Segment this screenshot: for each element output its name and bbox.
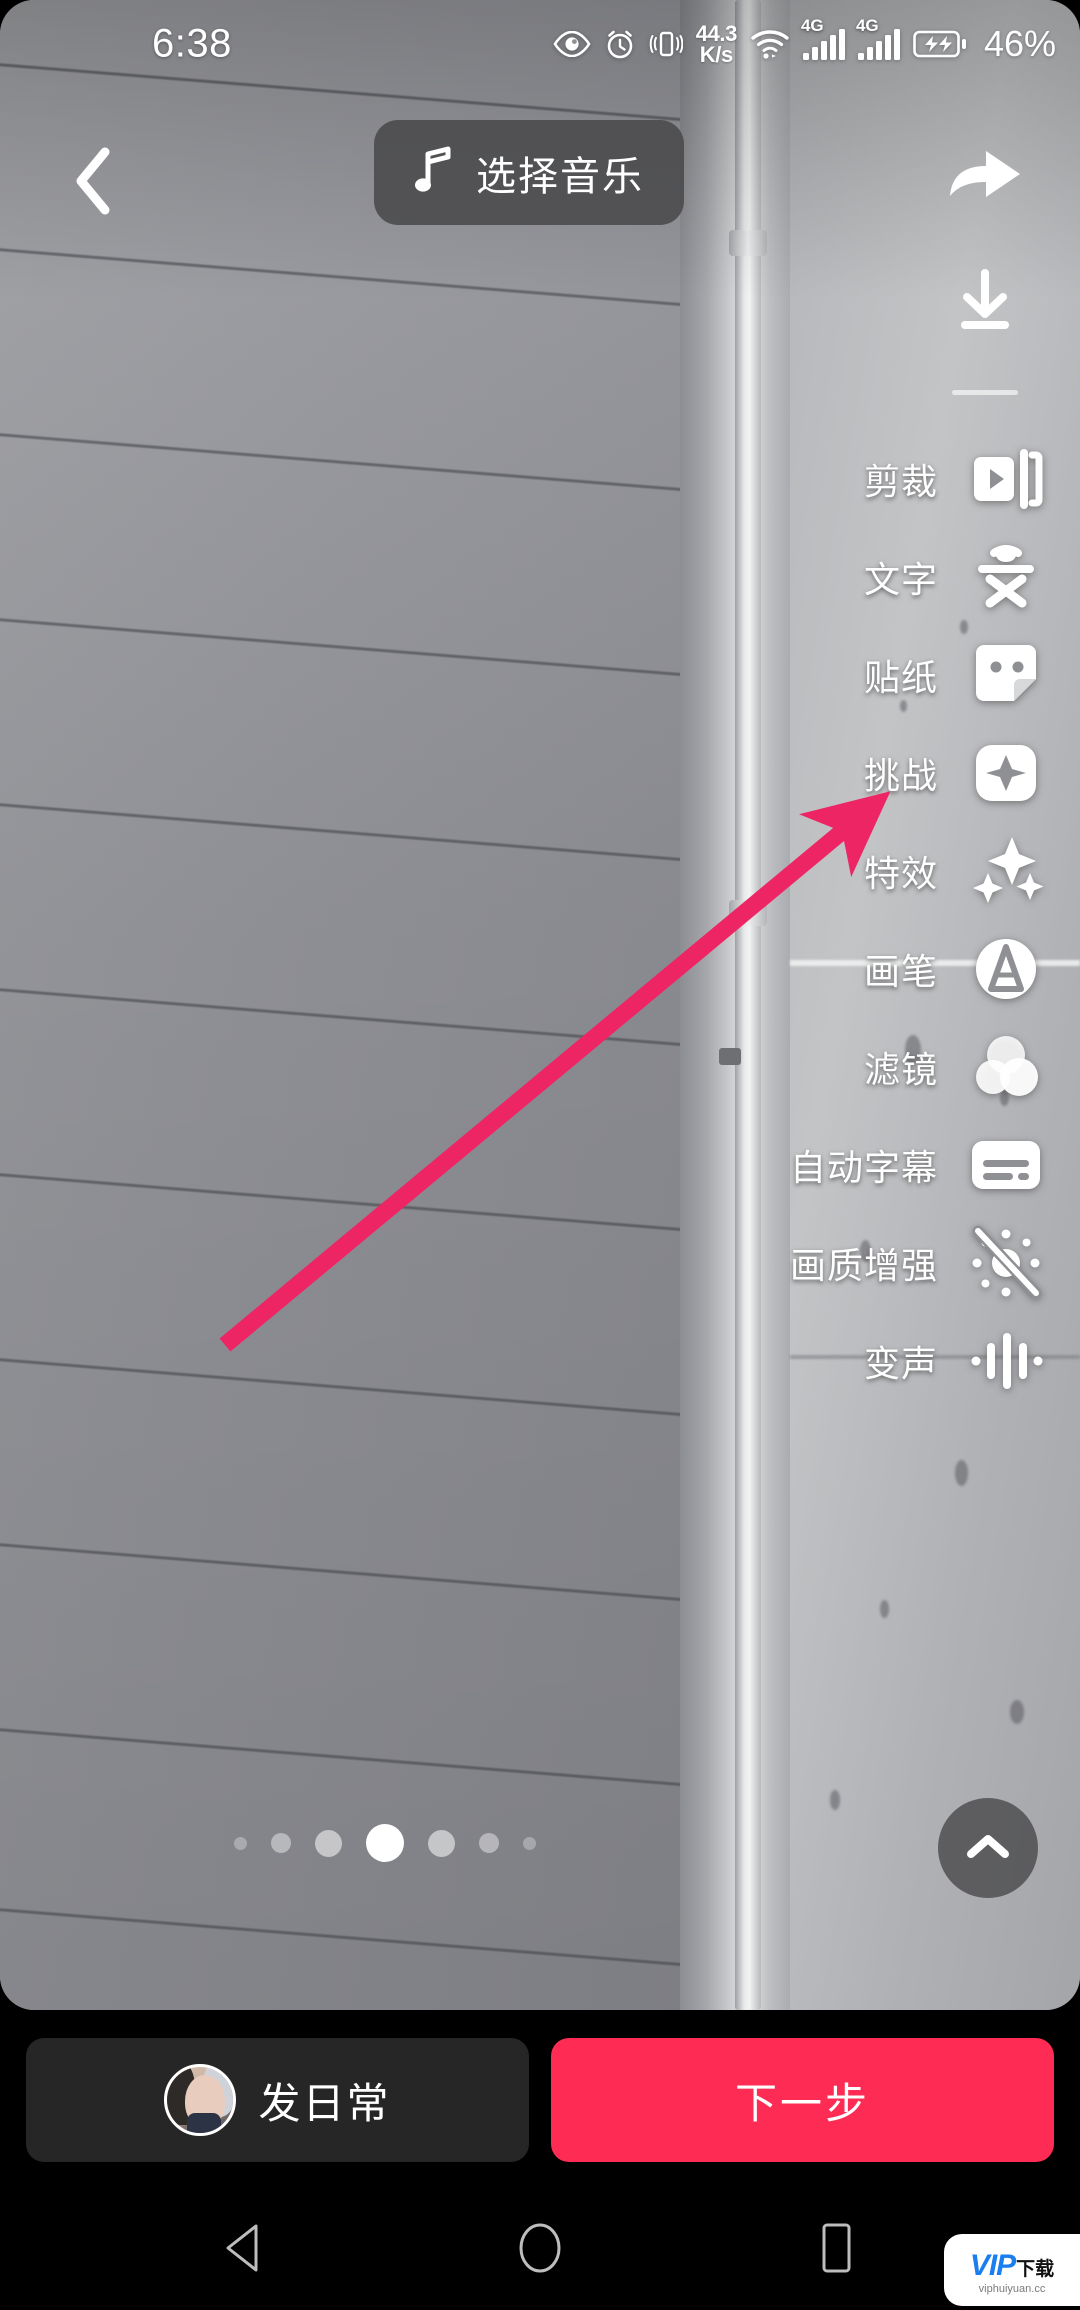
menu-item-crop-trim[interactable]: 剪裁 [650,430,1080,528]
menu-item-brush-pen[interactable]: 画笔 [650,920,1080,1018]
site-watermark: VIP 下载 viphuiyuan.cc [944,2234,1080,2306]
menu-item-filter-circles[interactable]: 滤镜 [650,1018,1080,1116]
menu-item-quality-enhance-off[interactable]: 画质增强 [650,1214,1080,1312]
signal-4g-icon-1: 4G [801,16,845,60]
text-icon [968,539,1044,615]
watermark-vip-text: VIP [969,2249,1016,2282]
video-preview[interactable]: 6:38 44.3 K/s 4G 4G 46% 选择音乐 剪裁 文字 贴纸 挑战… [0,0,1080,2010]
menu-item-label: 挑战 [863,755,938,796]
menu-divider [952,390,1018,395]
page-dot[interactable] [234,1836,247,1850]
menu-item-voice-change[interactable]: 变声 [650,1312,1080,1410]
download-button[interactable] [920,240,1050,370]
sticker-icon [968,637,1044,713]
nav-back-button[interactable] [196,2202,292,2298]
vibrate-icon [649,29,683,59]
menu-item-label: 变声 [863,1343,938,1384]
user-avatar [164,2064,237,2136]
page-dot[interactable] [428,1829,455,1857]
select-music-label: 选择音乐 [476,154,644,199]
voice-change-icon [968,1323,1044,1399]
menu-item-label: 特效 [863,853,938,894]
page-dot-active[interactable] [366,1824,404,1862]
auto-subtitle-icon [968,1127,1044,1203]
download-icon [949,267,1021,344]
sim1-network-label: 4G [800,15,824,35]
share-button[interactable] [920,110,1050,240]
menu-item-label: 画笔 [863,951,938,992]
menu-item-sparkles-effects[interactable]: 特效 [650,822,1080,920]
sim2-network-label: 4G [855,15,879,35]
chevron-up-icon [964,1830,1012,1867]
pipe-joint [729,230,767,256]
next-step-button[interactable]: 下一步 [551,2038,1054,2162]
wifi-icon [750,29,790,59]
next-step-label: 下一步 [734,2079,870,2127]
status-bar: 6:38 44.3 K/s 4G 4G 46% [0,0,1080,96]
nav-home-circle-icon [517,2222,563,2279]
battery-charging-icon [913,29,967,59]
status-clock: 6:38 [152,21,232,66]
watermark-main: VIP 下载 [970,2251,1054,2281]
menu-item-label: 滤镜 [863,1049,938,1090]
status-icons: 44.3 K/s 4G 4G 46% [553,16,1056,67]
signal-4g-icon-2: 4G [856,16,900,60]
menu-item-auto-subtitle[interactable]: 自动字幕 [650,1116,1080,1214]
select-music-button[interactable]: 选择音乐 [374,120,684,225]
music-note-icon [414,146,454,199]
chevron-left-icon [69,146,117,221]
crop-trim-icon [968,441,1044,517]
brush-pen-icon [968,931,1044,1007]
eye-care-icon [553,31,591,57]
challenge-star-icon [968,735,1044,811]
back-button[interactable] [38,128,148,238]
menu-item-sticker[interactable]: 贴纸 [650,626,1080,724]
filter-circles-icon [968,1029,1044,1105]
sparkles-effects-icon [968,833,1044,909]
edit-tools-menu: 剪裁 文字 贴纸 挑战 特效 画笔 滤镜 自动字幕 画质增强 变声 [650,430,1080,1410]
page-dot[interactable] [315,1829,342,1857]
nav-recents-button[interactable] [788,2202,884,2298]
quality-enhance-off-icon [968,1225,1044,1301]
menu-item-text[interactable]: 文字 [650,528,1080,626]
menu-item-challenge-star[interactable]: 挑战 [650,724,1080,822]
page-dot[interactable] [523,1836,536,1850]
nav-home-button[interactable] [492,2202,588,2298]
phone-screen: 6:38 44.3 K/s 4G 4G 46% 选择音乐 剪裁 文字 贴纸 挑战… [0,0,1080,2310]
page-dot[interactable] [479,1833,499,1853]
ceiling-surface [0,0,700,2010]
android-nav-bar [0,2190,1080,2310]
post-daily-button[interactable]: 发日常 [26,2038,529,2162]
page-indicator-dots[interactable] [0,1824,770,1862]
watermark-cn-text: 下载 [1016,2259,1055,2280]
collapse-panel-button[interactable] [938,1798,1038,1898]
nav-back-triangle-icon [222,2223,266,2278]
alarm-icon [604,28,636,60]
bottom-action-bar: 发日常 下一步 [0,2010,1080,2190]
net-speed: 44.3 K/s [696,23,738,67]
menu-item-label: 剪裁 [863,461,938,502]
watermark-url: viphuiyuan.cc [978,2283,1046,2295]
post-daily-label: 发日常 [258,2079,391,2127]
battery-percent: 46% [983,23,1056,64]
side-top-actions [890,110,1080,401]
share-arrow-icon [944,142,1026,209]
page-dot[interactable] [271,1833,291,1853]
menu-item-label: 贴纸 [863,657,938,698]
net-speed-unit: K/s [699,42,733,67]
menu-item-label: 文字 [863,559,938,600]
menu-item-label: 画质增强 [789,1245,938,1286]
nav-recents-square-icon [816,2222,856,2279]
menu-item-label: 自动字幕 [789,1147,938,1188]
